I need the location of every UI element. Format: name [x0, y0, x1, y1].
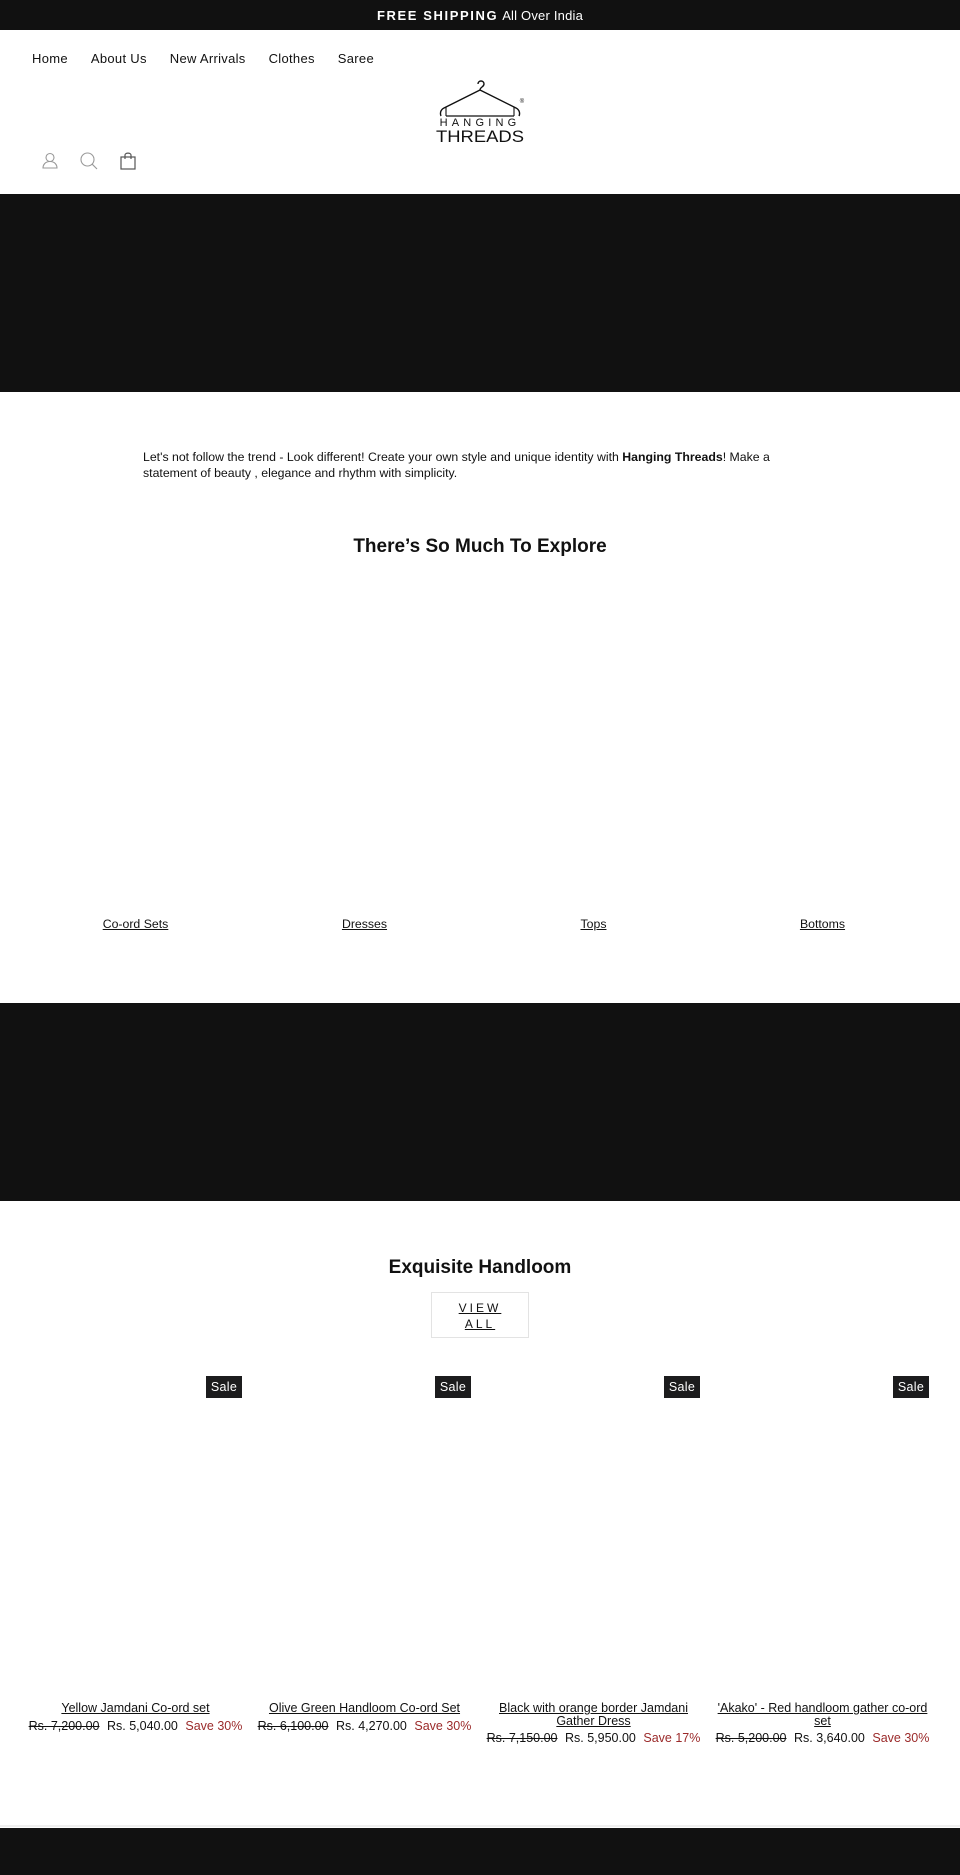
product-title[interactable]: 'Akako' - Red handloom gather co-ord set: [714, 1702, 931, 1728]
save-label: Save 30%: [185, 1719, 243, 1733]
sale-badge: Sale: [206, 1376, 242, 1398]
product-price: Rs. 5,200.00 Rs. 3,640.00 Save 30%: [708, 1731, 937, 1745]
intro-text: Let's not follow the trend - Look differ…: [143, 449, 823, 481]
header-icons: [40, 151, 138, 171]
main-nav: Home About Us New Arrivals Clothes Saree: [32, 51, 397, 66]
announcement-text: All Over India: [502, 7, 584, 23]
announcement-bar: FREE SHIPPING All Over India: [0, 0, 960, 30]
nav-saree[interactable]: Saree: [338, 51, 374, 66]
collection-dresses[interactable]: Dresses: [250, 917, 479, 931]
nav-clothes[interactable]: Clothes: [269, 51, 315, 66]
save-label: Save 30%: [414, 1719, 472, 1733]
site-logo[interactable]: ® HANGING THREADS: [432, 78, 528, 146]
collection-tops[interactable]: Tops: [479, 917, 708, 931]
original-price: Rs. 5,200.00: [715, 1731, 787, 1745]
nav-about-us[interactable]: About Us: [91, 51, 147, 66]
svg-text:THREADS: THREADS: [436, 127, 524, 144]
sale-badge: Sale: [893, 1376, 929, 1398]
nav-new-arrivals[interactable]: New Arrivals: [170, 51, 246, 66]
hero-banner[interactable]: [0, 194, 960, 392]
original-price: Rs. 6,100.00: [257, 1719, 329, 1733]
promo-banner[interactable]: [0, 1003, 960, 1201]
sale-price: Rs. 5,950.00: [565, 1731, 636, 1745]
sale-price: Rs. 3,640.00: [794, 1731, 865, 1745]
product-price: Rs. 7,200.00 Rs. 5,040.00 Save 30%: [21, 1719, 250, 1733]
product-title[interactable]: Yellow Jamdani Co-ord set: [21, 1702, 250, 1715]
account-icon[interactable]: [40, 151, 60, 171]
cart-icon[interactable]: [118, 151, 138, 171]
product-price: Rs. 6,100.00 Rs. 4,270.00 Save 30%: [250, 1719, 479, 1733]
search-icon[interactable]: [79, 151, 99, 171]
save-label: Save 30%: [872, 1731, 930, 1745]
product-price: Rs. 7,150.00 Rs. 5,950.00 Save 17%: [479, 1731, 708, 1745]
explore-title: There’s So Much To Explore: [353, 536, 607, 557]
site-footer: [0, 1828, 960, 1875]
footer-divider: [0, 1825, 960, 1827]
save-label: Save 17%: [643, 1731, 701, 1745]
svg-text:®: ®: [520, 98, 525, 105]
original-price: Rs. 7,150.00: [486, 1731, 558, 1745]
hanger-logo-icon: ® HANGING THREADS: [436, 80, 525, 146]
sale-price: Rs. 5,040.00: [107, 1719, 178, 1733]
original-price: Rs. 7,200.00: [28, 1719, 100, 1733]
collection-bottoms[interactable]: Bottoms: [708, 917, 937, 931]
intro-text-before: Let's not follow the trend - Look differ…: [143, 450, 623, 464]
sale-badge: Sale: [664, 1376, 700, 1398]
sale-price: Rs. 4,270.00: [336, 1719, 407, 1733]
intro-brand: Hanging Threads: [622, 450, 723, 464]
site-header: Home About Us New Arrivals Clothes Saree…: [0, 30, 960, 194]
announcement-bold: FREE SHIPPING: [376, 7, 499, 23]
view-all-line2: ALL: [464, 1317, 496, 1331]
view-all-line1: VIEW: [458, 1301, 502, 1315]
view-all-button[interactable]: VIEW ALL: [431, 1292, 529, 1338]
nav-home[interactable]: Home: [32, 51, 68, 66]
featured-title: Exquisite Handloom: [388, 1257, 572, 1278]
sale-badge: Sale: [435, 1376, 471, 1398]
collection-co-ord-sets[interactable]: Co-ord Sets: [21, 917, 250, 931]
product-title[interactable]: Olive Green Handloom Co-ord Set: [250, 1702, 479, 1715]
product-title[interactable]: Black with orange border Jamdani Gather …: [485, 1702, 702, 1728]
